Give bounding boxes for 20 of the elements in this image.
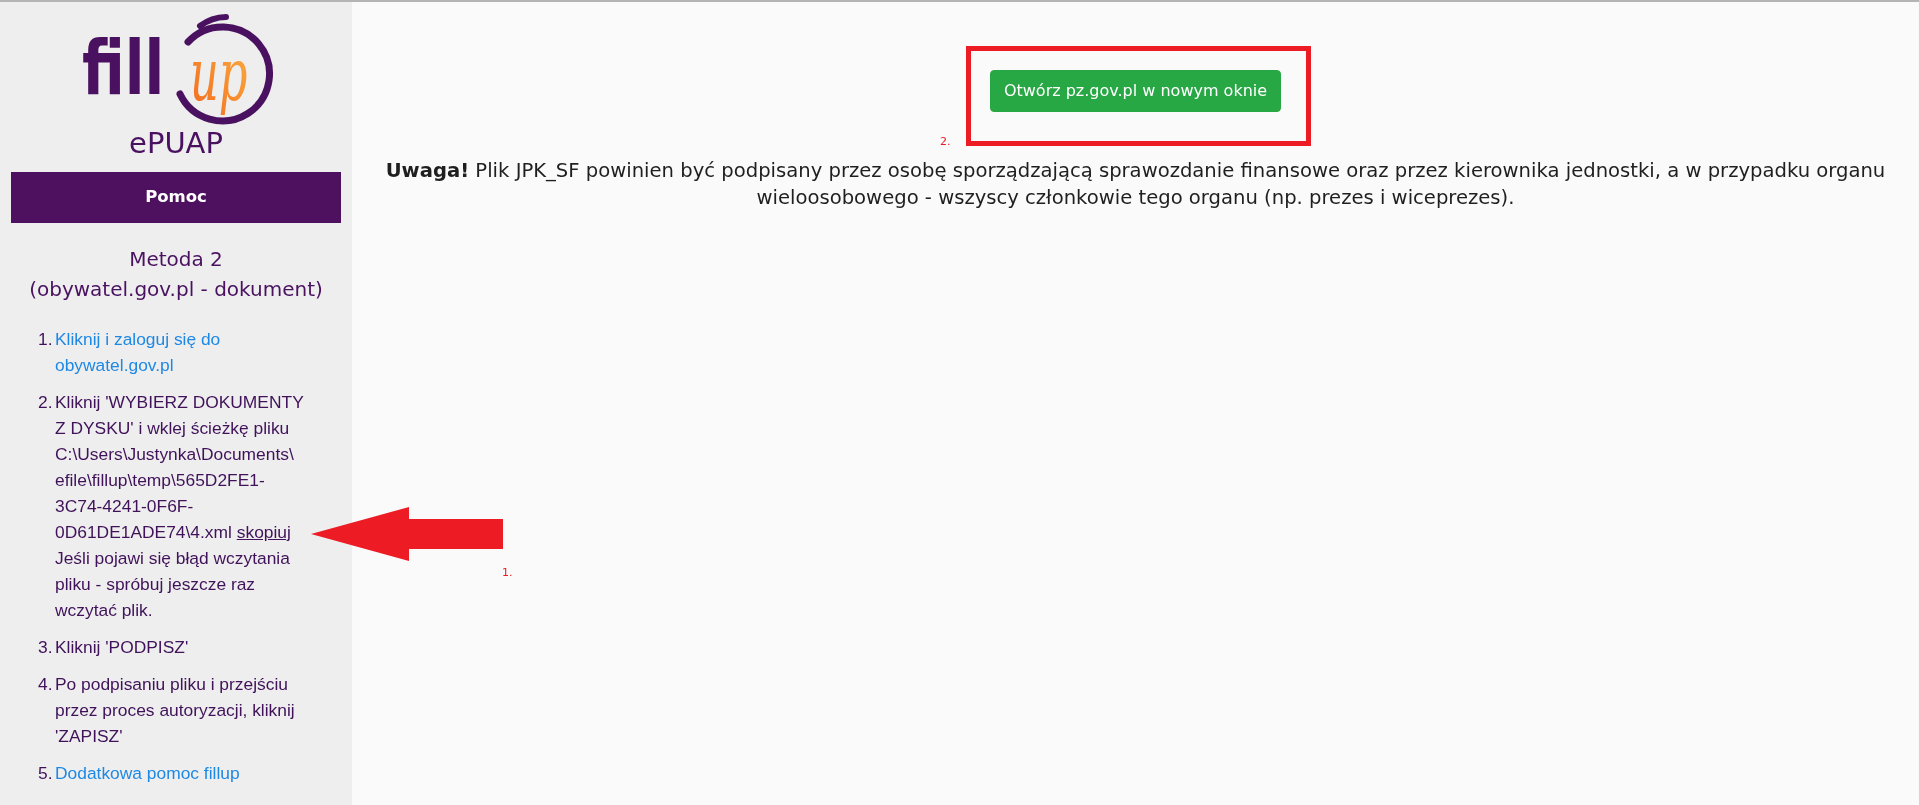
step-number: 2.: [38, 391, 54, 414]
help-heading: Pomoc: [11, 172, 341, 223]
step-link[interactable]: Kliknij i zaloguj się do obywatel.gov.pl: [55, 326, 307, 378]
method-subtitle: (obywatel.gov.pl - dokument): [28, 276, 324, 303]
step-number: 5.: [38, 762, 54, 785]
annotation-label: 2.: [939, 136, 951, 148]
annotation-label: 1.: [502, 567, 513, 579]
step-text: Po podpisaniu pliku i przejściu przez proces autoryzacji, kliknij 'ZAPISZ': [55, 673, 296, 748]
logo: fill up: [76, 12, 276, 126]
open-button[interactable]: Otwórz pz.gov.pl w nowym oknie: [989, 70, 1282, 112]
step-text: Kliknij 'PODPISZ': [55, 636, 190, 659]
step-text: Kliknij 'WYBIERZ DOKUMENTY Z DYSKU' i wklej ścieżkę pliku C:\Users\Justynka\Documents\efile\fillup\temp\565D2FE1-3C74-4241-0F6F-0D61DE1ADE74\4.xml skopiuj Jeśli pojawi się błąd wczytania pliku - spróbuj jeszcze raz wczytać plik.: [55, 391, 305, 622]
method-title: Metoda 2: [128, 246, 224, 273]
step-number: 4.: [38, 673, 54, 696]
step-number: 3.: [38, 636, 54, 659]
step-number: 1.: [38, 328, 54, 351]
step-link[interactable]: Dodatkowa pomoc fillup: [55, 760, 307, 786]
notice-text: Uwaga! Plik JPK_SF powinien być podpisany przez osobę sporządzającą sprawozdanie finansowe oraz przez kierownika jednostki, a w przypadku organu wieloosobowego - wszyscy członkowie tego organu (np. prezes i wiceprezes).: [384, 158, 1887, 211]
copy-link[interactable]: skopiuj: [236, 522, 291, 542]
product-name: ePUAP: [128, 126, 224, 160]
